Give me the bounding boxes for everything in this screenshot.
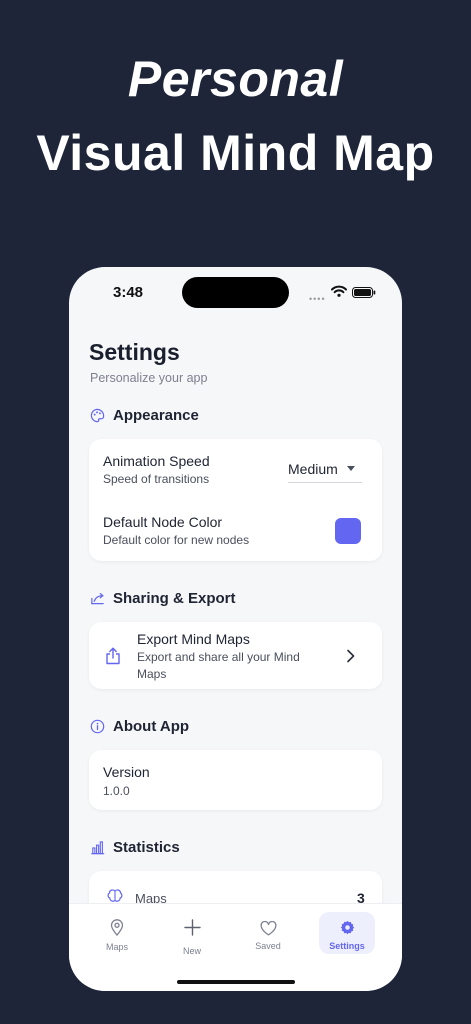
export-description-line1: Export and share all your Mind xyxy=(137,650,300,664)
hero-heading: Personal Visual Mind Map xyxy=(0,50,471,182)
node-color-swatch[interactable] xyxy=(335,518,361,544)
wifi-icon xyxy=(331,285,347,297)
gear-icon xyxy=(340,920,354,935)
appearance-card: Animation Speed Speed of transitions Med… xyxy=(89,439,382,561)
chevron-right-icon xyxy=(347,649,355,663)
animation-speed-label: Animation Speed xyxy=(103,453,210,469)
map-pin-icon xyxy=(110,919,124,936)
version-card: Version 1.0.0 xyxy=(89,750,382,810)
export-mind-maps-row[interactable]: Export Mind Maps Export and share all yo… xyxy=(89,622,382,689)
hero-line-2: Visual Mind Map xyxy=(36,125,435,181)
plus-icon xyxy=(183,919,201,936)
section-title: About App xyxy=(113,718,190,735)
phone-frame: 3:48 •••• Settings Personalize your app … xyxy=(69,267,402,991)
share-arrow-icon xyxy=(91,593,104,605)
section-title: Sharing & Export xyxy=(113,590,236,607)
home-indicator xyxy=(177,980,295,984)
heart-icon xyxy=(260,920,276,936)
chevron-down-icon xyxy=(346,466,355,471)
tab-label: Settings xyxy=(329,941,365,951)
node-color-label: Default Node Color xyxy=(103,514,223,530)
section-statistics: Statistics xyxy=(90,839,180,856)
version-value: 1.0.0 xyxy=(103,784,130,798)
page-title: Settings xyxy=(89,339,180,365)
section-title: Statistics xyxy=(113,839,180,856)
tab-new[interactable]: New xyxy=(162,904,222,956)
export-description-line2: Maps xyxy=(137,667,167,681)
share-icon xyxy=(106,647,120,665)
tab-settings[interactable]: Settings xyxy=(317,904,377,951)
tab-bar: Maps New Saved Settings xyxy=(69,903,402,991)
animation-speed-value: Medium xyxy=(288,460,338,477)
bar-chart-icon xyxy=(91,841,105,855)
battery-icon xyxy=(352,287,376,298)
section-about: About App xyxy=(90,718,189,735)
section-title: Appearance xyxy=(113,407,199,424)
export-label: Export Mind Maps xyxy=(137,631,250,647)
signal-icon: •••• xyxy=(309,294,326,304)
page-subtitle: Personalize your app xyxy=(90,371,208,385)
animation-speed-select[interactable]: Medium xyxy=(288,455,362,483)
tab-maps[interactable]: Maps xyxy=(87,904,147,952)
brain-icon xyxy=(107,889,123,902)
version-label: Version xyxy=(103,764,150,780)
section-appearance: Appearance xyxy=(90,407,199,424)
node-color-description: Default color for new nodes xyxy=(103,533,250,547)
tab-saved[interactable]: Saved xyxy=(238,904,298,951)
animation-speed-description: Speed of transitions xyxy=(103,472,210,486)
tab-label: Saved xyxy=(255,941,281,951)
section-sharing: Sharing & Export xyxy=(90,590,236,607)
tab-label: New xyxy=(182,946,201,956)
status-time: 3:48 xyxy=(113,284,144,301)
status-bar: 3:48 •••• xyxy=(69,267,402,319)
tab-label: Maps xyxy=(105,942,128,952)
dynamic-island xyxy=(182,277,289,308)
hero-line-1: Personal xyxy=(127,51,344,107)
palette-icon xyxy=(90,408,105,423)
info-icon xyxy=(90,719,105,734)
